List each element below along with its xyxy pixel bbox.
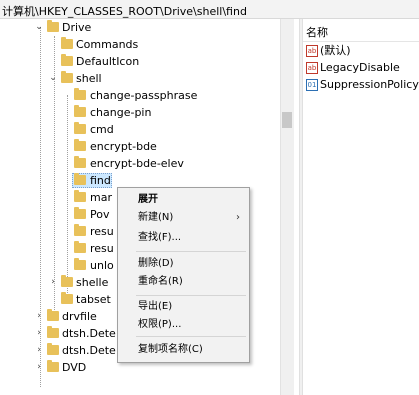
folder-icon [74,122,86,134]
chevron-right-icon[interactable]: › [34,308,44,325]
tree-item-label: cmd [90,123,114,136]
folder-icon [61,292,73,304]
tree-item-commands[interactable]: Commands [0,36,280,53]
value-item-suppressionpolicy[interactable]: 01 SuppressionPolicy [306,76,419,93]
tree-item-label: encrypt-bde-elev [90,157,184,170]
chevron-down-icon[interactable]: ⌄ [34,19,44,36]
tree-scrollbar-thumb[interactable] [282,112,292,128]
binary-value-icon: 01 [306,79,318,91]
menu-item-permissions[interactable]: 权限(P)... [119,315,248,335]
folder-icon [61,54,73,66]
tree-item-drive[interactable]: ⌄ Drive [0,19,280,36]
chevron-right-icon[interactable]: › [48,274,58,291]
tree-item-label: change-pin [90,106,152,119]
chevron-right-icon[interactable]: › [34,342,44,359]
folder-icon [61,71,73,83]
menu-separator [136,251,246,252]
menu-item-delete[interactable]: 删除(D) [119,254,248,274]
value-label: SuppressionPolicy [320,78,419,91]
folder-icon [47,360,59,372]
menu-item-label: 复制项名称(C) [138,344,203,355]
tree-item-label: resu [90,225,114,238]
tree-item-defaulticon[interactable]: DefaultIcon [0,53,280,70]
folder-icon [47,326,59,338]
folder-icon [74,258,86,270]
tree-item-encrypt-bde-elev[interactable]: encrypt-bde-elev [0,155,280,172]
tree-item-cmd[interactable]: cmd [0,121,280,138]
menu-separator [136,295,246,296]
ab-icon: ab [306,45,318,57]
chevron-right-icon: › [236,212,240,223]
chevron-right-icon[interactable]: › [34,359,44,376]
tree-item-label: mar [90,191,112,204]
context-menu: 展开 新建(N) › 查找(F)... 删除(D) 重命名(R) 导出(E) 权限… [117,187,250,363]
tree-item-label: dtsh.Dete [62,344,116,357]
folder-icon [47,343,59,355]
menu-separator [136,336,246,337]
menu-item-new[interactable]: 新建(N) › [119,208,248,228]
folder-icon [74,88,86,100]
folder-icon [74,173,86,185]
menu-item-label: 权限(P)... [138,319,182,330]
folder-icon [74,190,86,202]
tree-item-label: find [90,174,111,187]
tree-item-label: tabset [76,293,111,306]
values-pane[interactable]: 名称 ab (默认) ab LegacyDisable 01 SuppressionP… [303,19,419,395]
menu-item-label: 导出(E) [138,301,173,312]
folder-icon [74,224,86,236]
tree-item-label: Pov [90,208,110,221]
tree-item-label: shell [76,72,102,85]
folder-icon [47,309,59,321]
value-item-default[interactable]: ab (默认) [306,42,351,59]
menu-item-label: 重命名(R) [138,276,183,287]
chevron-down-icon[interactable]: ⌄ [48,70,58,87]
menu-item-label: 删除(D) [138,258,174,269]
menu-item-label: 展开 [138,194,158,205]
menu-item-export[interactable]: 导出(E) [119,297,248,317]
value-label: (默认) [320,44,351,57]
tree-item-change-pin[interactable]: change-pin [0,104,280,121]
tree-item-encrypt-bde[interactable]: encrypt-bde [0,138,280,155]
tree-item-label: resu [90,242,114,255]
chevron-right-icon[interactable]: › [34,325,44,342]
folder-icon [74,156,86,168]
tree-item-label: Drive [62,21,92,34]
menu-item-copy-key-name[interactable]: 复制项名称(C) [119,340,248,360]
folder-icon [61,37,73,49]
tree-item-label: change-passphrase [90,89,198,102]
tree-item-change-passphrase[interactable]: change-passphrase [0,87,280,104]
folder-icon [61,275,73,287]
menu-item-expand[interactable]: 展开 [119,190,248,210]
folder-icon [74,207,86,219]
menu-item-find[interactable]: 查找(F)... [119,228,248,248]
tree-scrollbar[interactable] [280,19,294,395]
tree-item-label: unlo [90,259,114,272]
tree-item-label: Commands [76,38,139,51]
folder-icon [74,241,86,253]
value-item-legacydisable[interactable]: ab LegacyDisable [306,59,400,76]
tree-item-label: dtsh.Dete [62,327,116,340]
menu-item-label: 新建(N) [138,212,174,223]
column-header-name[interactable]: 名称 [306,24,328,40]
value-label: LegacyDisable [320,61,400,74]
folder-icon [47,20,59,32]
tree-item-label: drvfile [62,310,97,323]
ab-icon: ab [306,62,318,74]
tree-item-label: encrypt-bde [90,140,157,153]
tree-item-label: DefaultIcon [76,55,140,68]
address-bar[interactable]: 计算机\HKEY_CLASSES_ROOT\Drive\shell\find [0,0,419,19]
tree-item-label: DVD [62,361,87,374]
menu-item-rename[interactable]: 重命名(R) [119,272,248,292]
folder-icon [74,105,86,117]
menu-item-label: 查找(F)... [138,232,182,243]
tree-item-shell[interactable]: ⌄ shell [0,70,280,87]
folder-icon [74,139,86,151]
address-path: 计算机\HKEY_CLASSES_ROOT\Drive\shell\find [2,5,247,18]
tree-item-label: shelle [76,276,109,289]
